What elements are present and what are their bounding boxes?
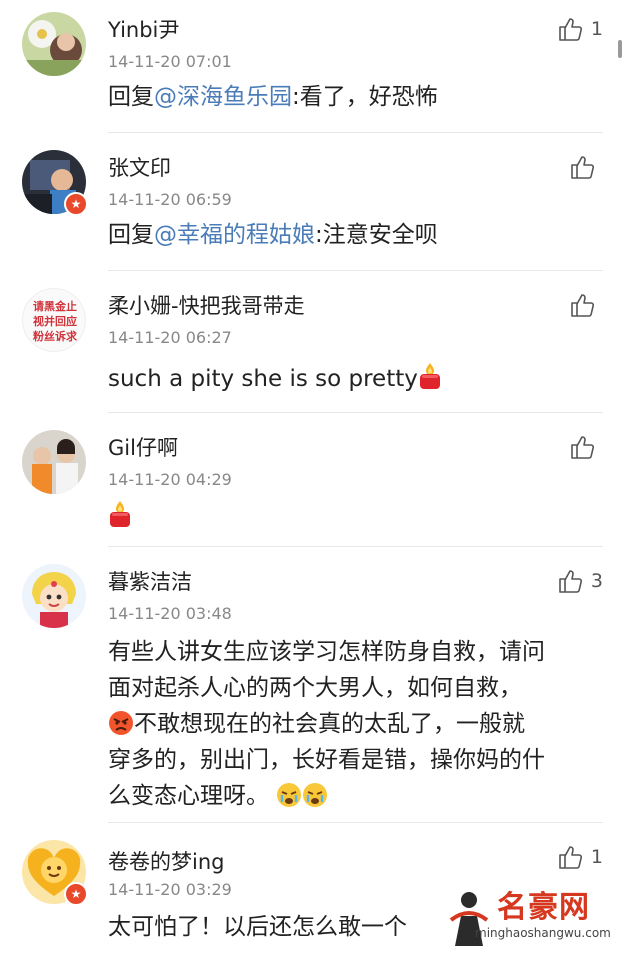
- comment-body: :注意安全呗: [315, 222, 438, 248]
- verified-badge-icon: ★: [64, 192, 88, 216]
- candle-emoji-icon: [419, 363, 440, 389]
- comment-body: 太可怕了！以后还怎么敢一个: [108, 914, 407, 940]
- crying-face-emoji-icon: [277, 783, 302, 807]
- thumbs-up-icon: [571, 156, 595, 179]
- comment-author[interactable]: Yinbi尹: [108, 14, 179, 44]
- like-button[interactable]: [569, 292, 603, 318]
- divider: [108, 412, 603, 413]
- like-button[interactable]: [569, 154, 603, 180]
- like-count: 3: [590, 570, 603, 592]
- like-button[interactable]: 1: [557, 844, 603, 870]
- like-button[interactable]: [569, 434, 603, 460]
- comment-text: [108, 500, 604, 534]
- site-watermark: 名豪网 minghaoshangwu.com: [445, 880, 615, 955]
- avatar[interactable]: [22, 564, 86, 628]
- like-count: 1: [590, 18, 603, 40]
- avatar[interactable]: [22, 12, 86, 76]
- comment-body: such a pity she is so pretty: [108, 366, 418, 392]
- divider: [108, 546, 603, 547]
- comment-line: 有些人讲女生应该学习怎样防身自救，请问: [108, 639, 545, 665]
- comment-text: 有些人讲女生应该学习怎样防身自救，请问 面对起杀人心的两个大男人，如何自救， 不…: [108, 634, 604, 814]
- comment-line: 不敢想现在的社会真的太乱了，一般就: [134, 711, 525, 737]
- watermark-title: 名豪网: [497, 890, 590, 925]
- comment-text: 回复@深海鱼乐园:看了，好恐怖: [108, 80, 604, 114]
- comment-text: such a pity she is so pretty: [108, 362, 604, 396]
- comment-line: 么变态心理呀。: [108, 783, 269, 809]
- crying-face-emoji-icon: [303, 783, 328, 807]
- comment-time: 14-11-20 06:27: [108, 328, 232, 347]
- mention-link[interactable]: @幸福的程姑娘: [154, 222, 315, 248]
- watermark-url: minghaoshangwu.com: [475, 926, 611, 940]
- avatar-text: 粉丝诉求: [33, 329, 77, 343]
- thumbs-up-icon: [559, 18, 582, 41]
- avatar-text: 请黑金止: [33, 299, 77, 313]
- avatar[interactable]: 请黑金止 视并回应 粉丝诉求: [22, 288, 86, 352]
- comment-text: 回复@幸福的程姑娘:注意安全呗: [108, 218, 604, 252]
- comment-author[interactable]: 暮紫洁洁: [108, 566, 192, 596]
- verified-badge-icon: ★: [64, 882, 88, 906]
- thumbs-up-icon: [559, 570, 582, 593]
- divider: [108, 822, 603, 823]
- comment-author[interactable]: 卷卷的梦ing: [108, 846, 224, 876]
- comment-author[interactable]: 柔小姗-快把我哥带走: [108, 290, 305, 320]
- scrollbar[interactable]: [618, 40, 622, 58]
- comment-time: 14-11-20 04:29: [108, 470, 232, 489]
- angry-face-emoji-icon: [109, 711, 133, 735]
- comment-body: :看了，好恐怖: [292, 84, 438, 110]
- avatar-text: 视并回应: [33, 314, 77, 328]
- thumbs-up-icon: [571, 436, 595, 459]
- comment-line-with-emoji: 不敢想现在的社会真的太乱了，一般就: [108, 706, 604, 742]
- mention-link[interactable]: @深海鱼乐园: [154, 84, 292, 110]
- reply-prefix: 回复: [108, 84, 154, 110]
- like-button[interactable]: 3: [557, 568, 603, 594]
- comment-line: 面对起杀人心的两个大男人，如何自救，: [108, 675, 522, 701]
- divider: [108, 132, 603, 133]
- comment-line: 穿多的，别出门，长好看是错，操你妈的什: [108, 747, 545, 773]
- comment-time: 14-11-20 03:48: [108, 604, 232, 623]
- reply-prefix: 回复: [108, 222, 154, 248]
- candle-emoji-icon: [110, 501, 130, 527]
- avatar[interactable]: [22, 430, 86, 494]
- divider: [108, 270, 603, 271]
- comment-time: 14-11-20 07:01: [108, 52, 232, 71]
- like-button[interactable]: 1: [557, 16, 603, 42]
- thumbs-up-icon: [571, 294, 595, 317]
- thumbs-up-icon: [559, 846, 582, 869]
- comment-author[interactable]: Gil仔啊: [108, 432, 178, 462]
- comment-line-with-emoji: 么变态心理呀。: [108, 778, 604, 814]
- comment-time: 14-11-20 03:29: [108, 880, 232, 899]
- comment-time: 14-11-20 06:59: [108, 190, 232, 209]
- like-count: 1: [590, 846, 603, 868]
- comment-author[interactable]: 张文印: [108, 152, 171, 182]
